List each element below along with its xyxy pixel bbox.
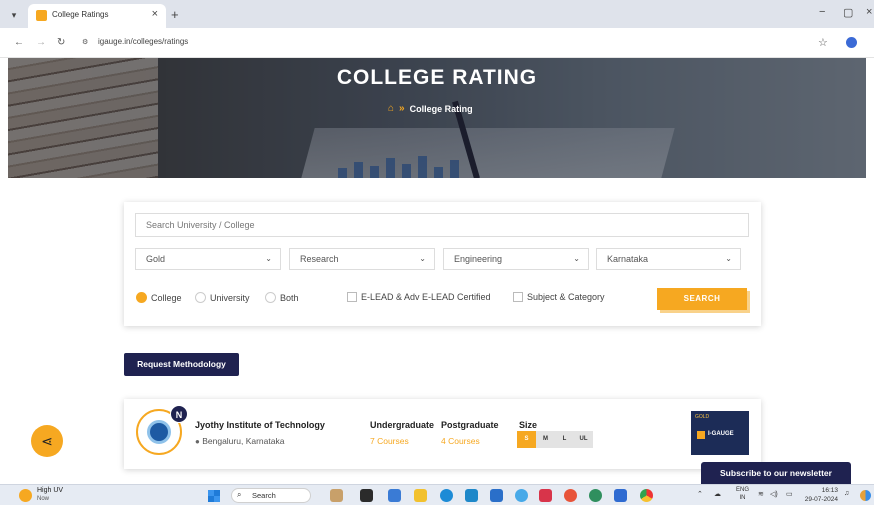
size-s: S: [517, 431, 536, 448]
windows-start-icon[interactable]: [208, 490, 220, 502]
taskbar-app-icon[interactable]: [388, 489, 401, 502]
page-title: COLLEGE RATING: [336, 66, 538, 89]
chevron-down-icon: ⌄: [725, 254, 732, 263]
breadcrumb-current: College Rating: [409, 103, 473, 114]
newsletter-button[interactable]: Subscribe to our newsletter: [701, 462, 851, 484]
site-favicon-icon: [36, 10, 47, 21]
cloud-icon[interactable]: ☁: [714, 490, 721, 498]
share-icon[interactable]: ⋖: [31, 425, 63, 457]
chevron-down-icon: ⌄: [265, 254, 272, 263]
taskbar-app-icon[interactable]: [614, 489, 627, 502]
taskbar-app-icon[interactable]: [360, 489, 373, 502]
subject-category-checkbox[interactable]: Subject & Category: [513, 292, 605, 302]
chrome-icon[interactable]: [640, 489, 653, 502]
browser-tab[interactable]: College Ratings ×: [28, 4, 166, 28]
type-radio-both[interactable]: Both: [265, 292, 299, 303]
weather-icon[interactable]: [19, 489, 32, 502]
breadcrumb: ⌂ » College Rating: [388, 103, 473, 114]
browser-tab-bar: ▾ College Ratings × + − ▢ ×: [0, 0, 874, 28]
breadcrumb-separator-icon: »: [399, 103, 405, 114]
close-window-icon[interactable]: ×: [866, 6, 872, 18]
size-m: M: [543, 436, 548, 442]
college-name[interactable]: Jyothy Institute of Technology: [195, 420, 325, 430]
url-text[interactable]: igauge.in/colleges/ratings: [98, 37, 188, 46]
new-tab-icon[interactable]: +: [171, 7, 179, 22]
search-button[interactable]: SEARCH: [657, 288, 747, 310]
tab-close-icon[interactable]: ×: [152, 8, 158, 20]
size-l: L: [562, 436, 567, 442]
weather-subtitle: Now: [37, 496, 50, 502]
search-input[interactable]: [135, 213, 749, 237]
chevron-down-icon: ⌄: [573, 254, 580, 263]
college-row[interactable]: N Jyothy Institute of Technology ● Benga…: [124, 399, 761, 469]
tab-list-menu-icon[interactable]: ▾: [6, 7, 22, 23]
taskbar-app-icon[interactable]: [490, 489, 503, 502]
size-indicator: S M L UL: [517, 431, 593, 448]
clock[interactable]: 16:13 29-07-2024: [800, 486, 838, 504]
rating-select[interactable]: Gold ⌄: [135, 248, 281, 270]
edge-icon[interactable]: [440, 489, 453, 502]
size-ul: UL: [579, 436, 588, 442]
postgraduate-label: Postgraduate: [441, 420, 499, 430]
back-icon[interactable]: ←: [14, 37, 24, 48]
copilot-icon[interactable]: [860, 490, 871, 501]
search-card: Gold⌄ Research⌄ Engineering⌄ Karnataka⌄ …: [124, 202, 761, 326]
elead-checkbox[interactable]: E-LEAD & Adv E-LEAD Certified: [347, 292, 491, 302]
size-label: Size: [519, 420, 538, 430]
url-field[interactable]: ⚙ igauge.in/colleges/ratings: [74, 34, 808, 52]
taskbar-search[interactable]: Search: [231, 488, 311, 503]
request-methodology-button[interactable]: Request Methodology: [124, 353, 239, 376]
igauge-logo-icon: [697, 431, 705, 439]
undergraduate-courses-link[interactable]: 7 Courses: [370, 436, 409, 446]
category-select[interactable]: Research ⌄: [289, 248, 435, 270]
state-select[interactable]: Karnataka ⌄: [596, 248, 741, 270]
language-indicator[interactable]: ENG IN: [736, 486, 749, 502]
chevron-down-icon: ⌄: [419, 254, 426, 263]
postgraduate-courses-link[interactable]: 4 Courses: [441, 436, 480, 446]
tab-title: College Ratings: [52, 10, 109, 19]
taskbar-app-icon[interactable]: [515, 489, 528, 502]
weather-title[interactable]: High UV: [37, 487, 63, 494]
address-bar: ← → ↻ ⚙ igauge.in/colleges/ratings ☆: [0, 28, 874, 58]
gold-rating-badge: GOLD I-GAUGE: [691, 411, 749, 455]
notification-bell-icon[interactable]: ♫: [844, 490, 849, 497]
taskbar-app-icon[interactable]: [589, 489, 602, 502]
taskbar-app-icon[interactable]: [539, 489, 552, 502]
hero-banner: COLLEGE RATING ⌂ » College Rating: [8, 58, 866, 178]
volume-icon[interactable]: ◁): [770, 490, 778, 498]
minimize-icon[interactable]: −: [819, 6, 825, 18]
maximize-icon[interactable]: ▢: [843, 6, 853, 19]
taskbar-app-icon[interactable]: [465, 489, 478, 502]
file-explorer-icon[interactable]: [414, 489, 427, 502]
battery-icon[interactable]: ▭: [786, 490, 793, 498]
forward-icon[interactable]: →: [36, 37, 46, 48]
college-location: ● Bengaluru, Karnataka: [195, 436, 285, 446]
n-badge: N: [170, 405, 188, 423]
taskbar: High UV Now Search ⌕ ⌃ ☁ ENG IN ≋ ◁) ▭ 1…: [0, 484, 874, 505]
site-info-icon[interactable]: ⚙: [82, 38, 88, 46]
home-icon[interactable]: ⌂: [388, 103, 394, 114]
type-radio-college[interactable]: College: [136, 292, 182, 303]
taskbar-app-icon[interactable]: [564, 489, 577, 502]
reload-icon[interactable]: ↻: [57, 37, 65, 48]
location-pin-icon: ●: [195, 437, 200, 446]
undergraduate-label: Undergraduate: [370, 420, 435, 430]
discipline-select[interactable]: Engineering ⌄: [443, 248, 589, 270]
taskbar-app-icon[interactable]: [330, 489, 343, 502]
tray-chevron-icon[interactable]: ⌃: [697, 490, 703, 498]
search-icon: ⌕: [237, 490, 242, 499]
wifi-icon[interactable]: ≋: [758, 490, 764, 498]
bookmark-star-icon[interactable]: ☆: [818, 36, 828, 49]
profile-avatar-icon[interactable]: [846, 37, 857, 48]
type-radio-university[interactable]: University: [195, 292, 250, 303]
